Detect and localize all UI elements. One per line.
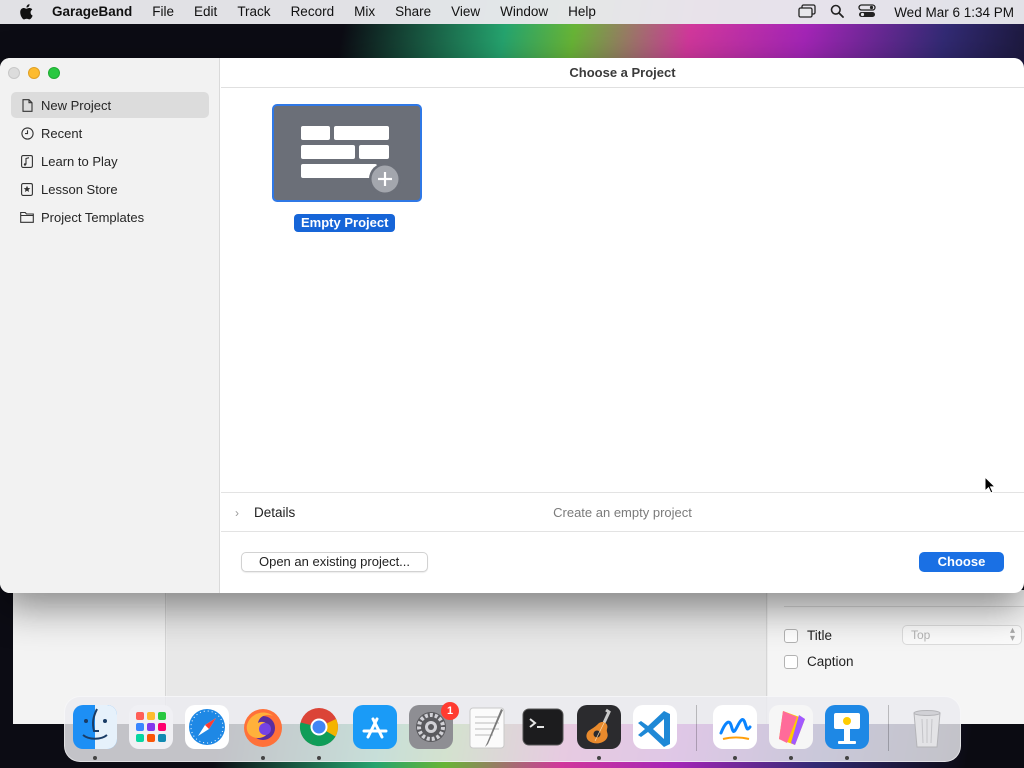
launchpad-icon[interactable] bbox=[129, 705, 173, 749]
sidebar-item-label: Project Templates bbox=[41, 209, 145, 225]
sidebar-list: New Project Recent Learn to Play Lesson … bbox=[11, 92, 209, 232]
sidebar-item-lesson-store[interactable]: Lesson Store bbox=[11, 176, 209, 202]
dock-separator bbox=[696, 705, 697, 751]
menu-share[interactable]: Share bbox=[385, 0, 441, 24]
select-arrows-icon: ▴ ▾ bbox=[1009, 625, 1015, 644]
inspector-divider bbox=[784, 606, 1024, 607]
sidebar-item-recent[interactable]: Recent bbox=[11, 120, 209, 146]
star-icon bbox=[20, 182, 34, 196]
music-note-icon bbox=[20, 154, 34, 168]
document-icon bbox=[20, 98, 34, 112]
menu-help[interactable]: Help bbox=[558, 0, 606, 24]
zoom-window-button[interactable] bbox=[48, 67, 60, 79]
menu-window[interactable]: Window bbox=[490, 0, 558, 24]
keynote-running-indicator bbox=[845, 756, 849, 760]
settings-notification-badge: 1 bbox=[441, 702, 459, 720]
dock bbox=[64, 696, 961, 762]
title-checkbox-label: Title bbox=[807, 628, 833, 643]
sidebar-item-label: Recent bbox=[41, 125, 83, 141]
sidebar-item-label: New Project bbox=[41, 97, 112, 113]
keynote-icon[interactable] bbox=[825, 705, 869, 749]
close-window-button[interactable] bbox=[8, 67, 20, 79]
dialog-title: Choose a Project bbox=[221, 58, 1024, 88]
pages-running-indicator bbox=[789, 756, 793, 760]
pages-icon[interactable] bbox=[769, 705, 813, 749]
dock-separator bbox=[888, 705, 889, 751]
caption-checkbox-row[interactable]: Caption bbox=[784, 654, 854, 669]
project-content-area: Choose a Project Empty Project › Details… bbox=[221, 58, 1024, 593]
menu-record[interactable]: Record bbox=[281, 0, 345, 24]
window-controls bbox=[8, 67, 60, 79]
finder-icon[interactable] bbox=[73, 705, 117, 749]
title-position-value: Top bbox=[911, 628, 931, 642]
sidebar-item-project-templates[interactable]: Project Templates bbox=[11, 204, 209, 230]
menu-edit[interactable]: Edit bbox=[184, 0, 227, 24]
title-checkbox[interactable] bbox=[784, 628, 798, 643]
garageband-running-indicator bbox=[597, 756, 601, 760]
textedit-icon[interactable] bbox=[465, 705, 509, 749]
menu-mix[interactable]: Mix bbox=[344, 0, 385, 24]
empty-project-tile[interactable] bbox=[272, 104, 422, 202]
title-position-select[interactable]: Top ▴ ▾ bbox=[902, 625, 1022, 645]
menu-file[interactable]: File bbox=[142, 0, 184, 24]
mouse-pointer-icon bbox=[984, 475, 997, 497]
empty-project-label[interactable]: Empty Project bbox=[294, 214, 396, 232]
caption-checkbox-label: Caption bbox=[807, 654, 854, 669]
safari-icon[interactable] bbox=[185, 705, 229, 749]
trash-icon[interactable] bbox=[905, 705, 949, 749]
sidebar-item-learn-to-play[interactable]: Learn to Play bbox=[11, 148, 209, 174]
app-store-icon[interactable] bbox=[353, 705, 397, 749]
vscode-icon[interactable] bbox=[633, 705, 677, 749]
freeform-icon[interactable] bbox=[713, 705, 757, 749]
title-checkbox-row[interactable]: Title bbox=[784, 628, 832, 643]
empty-project-thumbnail-icon bbox=[301, 126, 401, 195]
menu-view[interactable]: View bbox=[441, 0, 490, 24]
sidebar-item-label: Learn to Play bbox=[41, 153, 118, 169]
folder-icon bbox=[20, 210, 34, 224]
caption-checkbox[interactable] bbox=[784, 654, 798, 669]
screen-mirroring-icon[interactable] bbox=[798, 3, 816, 21]
firefox-running-indicator bbox=[261, 756, 265, 760]
spotlight-search-icon[interactable] bbox=[830, 4, 845, 21]
sidebar-item-new-project[interactable]: New Project bbox=[11, 92, 209, 118]
chrome-running-indicator bbox=[317, 756, 321, 760]
finder-running-indicator bbox=[93, 756, 97, 760]
menubar-clock[interactable]: Wed Mar 6 1:34 PM bbox=[894, 5, 1014, 20]
menu-app-name[interactable]: GarageBand bbox=[52, 0, 142, 24]
sidebar-item-label: Lesson Store bbox=[41, 181, 118, 197]
chrome-icon[interactable] bbox=[297, 705, 341, 749]
terminal-icon[interactable] bbox=[521, 705, 565, 749]
firefox-icon[interactable] bbox=[241, 705, 285, 749]
details-description: Create an empty project bbox=[553, 505, 692, 520]
open-existing-project-button[interactable]: Open an existing project... bbox=[241, 552, 428, 572]
minimize-window-button[interactable] bbox=[28, 67, 40, 79]
menu-track[interactable]: Track bbox=[227, 0, 280, 24]
control-center-icon[interactable] bbox=[858, 3, 876, 21]
menu-bar: GarageBand File Edit Track Record Mix Sh… bbox=[0, 0, 1024, 24]
choose-button[interactable]: Choose bbox=[919, 552, 1004, 572]
garageband-icon[interactable] bbox=[577, 705, 621, 749]
project-sidebar: New Project Recent Learn to Play Lesson … bbox=[0, 58, 220, 593]
freeform-running-indicator bbox=[733, 756, 737, 760]
clock-icon bbox=[20, 126, 34, 140]
details-disclosure[interactable]: › Details Create an empty project bbox=[221, 492, 1024, 532]
apple-menu-icon[interactable] bbox=[0, 4, 52, 20]
choose-project-dialog: New Project Recent Learn to Play Lesson … bbox=[0, 58, 1024, 593]
